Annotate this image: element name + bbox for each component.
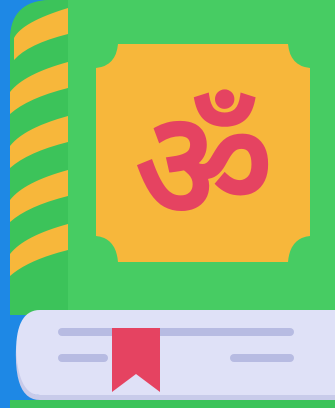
book-icon-canvas: ॐ <box>0 0 335 408</box>
book-pages <box>16 310 335 395</box>
book-bottom-edge <box>10 400 335 408</box>
om-symbol: ॐ <box>136 80 273 254</box>
holy-book-icon: ॐ <box>0 0 335 408</box>
